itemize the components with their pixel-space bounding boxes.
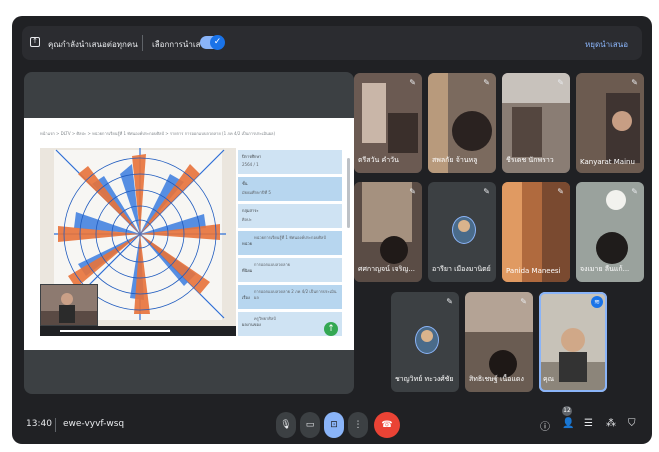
mic-off-icon: ✎ <box>409 78 416 87</box>
clock: 13:40 <box>26 419 52 429</box>
divider <box>142 35 143 51</box>
speaking-indicator-icon: ≋ <box>591 296 603 308</box>
present-screen-icon: ↑ <box>30 37 40 47</box>
mic-off-icon: ✎ <box>483 78 490 87</box>
camera-button[interactable]: ▭ <box>300 412 320 438</box>
participant-tile[interactable]: ✎ ชาญวิทย์ ทะวงศ์ชัย <box>391 292 459 392</box>
chat-icon[interactable]: ☰ <box>584 418 593 429</box>
activities-icon[interactable]: ⁂ <box>606 418 616 429</box>
info-row: ชั้น มัธยมศึกษาปีที่ 5 <box>238 177 342 201</box>
mic-off-icon: ✎ <box>557 78 564 87</box>
microphone-button[interactable]: 🎙 <box>276 412 296 438</box>
participant-tile[interactable]: ✎ จงเมาย ลืนแก้... <box>576 182 644 282</box>
participant-tile[interactable]: ✎ อารียา เมืองมานิตย์ <box>428 182 496 282</box>
mic-icon: 🎙 <box>280 420 292 430</box>
participant-tile[interactable]: ✎ ตรีสวัน คำวัน <box>354 73 422 173</box>
presenter-thumbnail <box>40 284 98 326</box>
participant-tile[interactable]: ✎ Kanyarat Mainu <box>576 73 644 173</box>
control-bar: 13:40 ewe-vyvf-wsq 🎙 ▭ ⊡ ⋮ ☎ ⓘ 12 👤 ☰ ⁂ … <box>12 406 652 444</box>
present-screen-icon: ⊡ <box>330 420 338 430</box>
avatar <box>452 216 476 244</box>
presenting-banner: ↑ คุณกำลังนำเสนอต่อทุกคน เลือกการนำเสนอ … <box>22 26 642 60</box>
participant-tile[interactable]: ✎ สพลกัย จ้านหลู <box>428 73 496 173</box>
video-progress[interactable] <box>60 330 170 332</box>
breadcrumb: หน้าแรก > DLTV > ศิลปะ > หน่วยการเรียนรู… <box>40 131 276 136</box>
check-icon: ✓ <box>210 35 225 50</box>
more-vertical-icon: ⋮ <box>353 420 363 430</box>
info-row: หน่วย หน่วยการเรียนรู้ที่ 1 ทัศนองค์ประกอ… <box>238 231 342 255</box>
participant-tile[interactable]: ✎ Panida Maneesi <box>502 182 570 282</box>
mic-off-icon: ✎ <box>520 297 527 306</box>
participant-tile[interactable]: ✎ สิทธิเชษฐ์ เนื้อแดง <box>465 292 533 392</box>
info-row: เรื่อง การออกแบบลวดลาย 2 ภค 4/2 เป็นการปร… <box>238 285 342 309</box>
mic-off-icon: ✎ <box>631 187 638 196</box>
avatar <box>415 326 439 354</box>
slide-scrollbar[interactable] <box>347 158 350 228</box>
host-controls-icon[interactable]: ⛉ <box>628 418 636 429</box>
info-row: ปีการศึกษา 2564 / 1 <box>238 150 342 174</box>
divider <box>55 418 56 432</box>
mic-off-icon: ✎ <box>446 297 453 306</box>
mic-off-icon: ✎ <box>409 187 416 196</box>
shared-slide: หน้าแรก > DLTV > ศิลปะ > หน่วยการเรียนรู… <box>24 118 354 350</box>
meet-window: ↑ คุณกำลังนำเสนอต่อทุกคน เลือกการนำเสนอ … <box>12 16 652 444</box>
info-icon[interactable]: ⓘ <box>540 418 550 433</box>
participant-count-badge: 12 <box>562 406 572 416</box>
info-row: ที่นิยม การออกแบบลวดลาย <box>238 258 342 282</box>
video-controls[interactable] <box>40 326 236 336</box>
camera-icon: ▭ <box>305 420 315 430</box>
lesson-video[interactable] <box>40 148 236 336</box>
meeting-code: ewe-vyvf-wsq <box>63 419 125 429</box>
mic-off-icon: ✎ <box>557 187 564 196</box>
presentation-area: หน้าแรก > DLTV > ศิลปะ > หน่วยการเรียนรู… <box>24 72 354 394</box>
info-row: กลุ่มสาระ ศิลปะ <box>238 204 342 228</box>
presentation-toggle[interactable]: ✓ <box>200 35 225 50</box>
leave-call-button[interactable]: ☎ <box>374 412 400 438</box>
participant-tile[interactable]: ✎ ศศกาญจน์ เจริญ... <box>354 182 422 282</box>
presenter-video <box>41 285 97 325</box>
stop-presenting-button[interactable]: หยุดนำเสนอ <box>585 38 628 51</box>
lesson-info-panel: ปีการศึกษา 2564 / 1 ชั้น มัธยมศึกษาปีที่ 5… <box>238 150 342 340</box>
people-icon[interactable]: 👤 <box>562 418 574 429</box>
mic-off-icon: ✎ <box>483 187 490 196</box>
hang-up-icon: ☎ <box>381 420 393 430</box>
presenting-text: คุณกำลังนำเสนอต่อทุกคน <box>48 40 138 49</box>
participant-tile[interactable]: ✎ ชีรเดช นักพราว <box>502 73 570 173</box>
present-button[interactable]: ⊡ <box>324 412 344 438</box>
mic-off-icon: ✎ <box>631 78 638 87</box>
arrow-up-icon[interactable]: ↑ <box>324 322 338 336</box>
more-options-button[interactable]: ⋮ <box>348 412 368 438</box>
self-tile[interactable]: ≋ คุณ <box>539 292 607 392</box>
